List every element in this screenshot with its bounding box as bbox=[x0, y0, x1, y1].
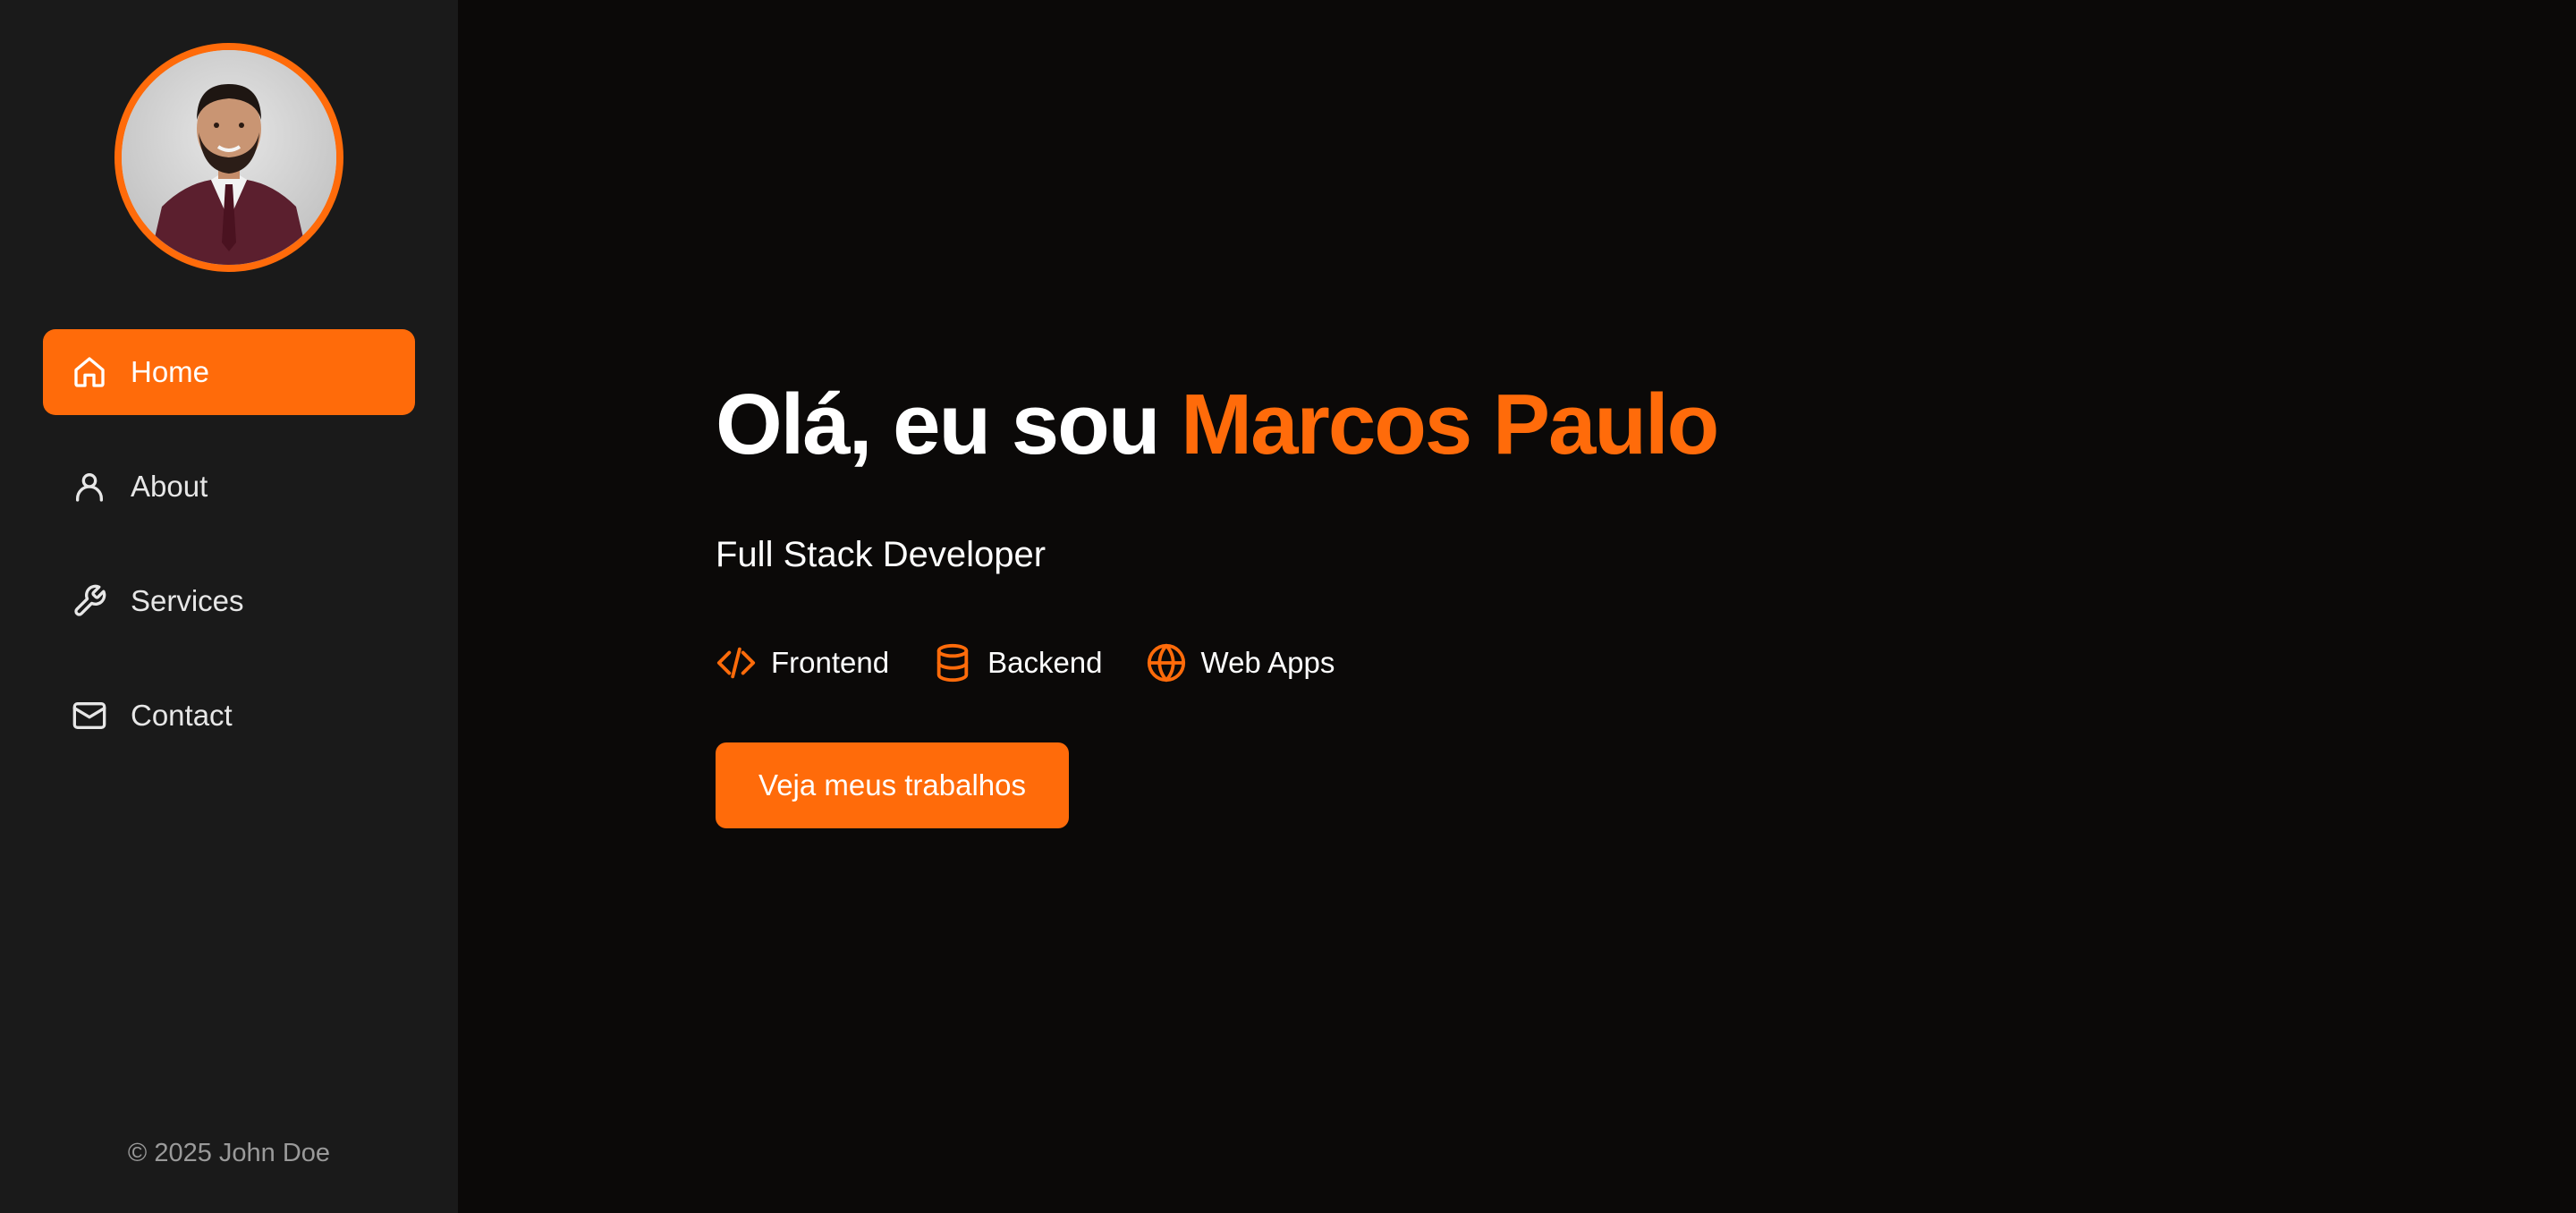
skill-label: Web Apps bbox=[1200, 646, 1335, 679]
skill-label: Backend bbox=[987, 646, 1103, 679]
globe-icon bbox=[1146, 642, 1187, 683]
skill-web-apps: Web Apps bbox=[1146, 642, 1335, 683]
sidebar-footer: © 2025 John Doe bbox=[127, 1139, 331, 1167]
sidebar-item-about[interactable]: About bbox=[43, 444, 415, 530]
view-work-button[interactable]: Veja meus trabalhos bbox=[716, 742, 1070, 828]
app: Home About Services Contact © 2025 John … bbox=[0, 0, 2576, 1213]
skill-label: Frontend bbox=[771, 646, 890, 679]
skills-list: Frontend Backend Web Apps bbox=[716, 642, 1377, 683]
sidebar: Home About Services Contact © 2025 John … bbox=[0, 0, 458, 1213]
mail-icon bbox=[72, 698, 107, 734]
skill-frontend: Frontend bbox=[716, 642, 889, 683]
avatar bbox=[114, 43, 343, 272]
sidebar-item-home[interactable]: Home bbox=[43, 329, 415, 415]
hero-subtitle: Full Stack Developer bbox=[716, 535, 1046, 574]
code-icon bbox=[716, 642, 757, 683]
avatar-photo bbox=[122, 50, 336, 265]
main-content: Olá, eu sou Marcos Paulo Full Stack Deve… bbox=[458, 0, 2576, 1213]
user-icon bbox=[72, 469, 107, 505]
sidebar-item-contact[interactable]: Contact bbox=[43, 673, 415, 759]
skill-backend: Backend bbox=[932, 642, 1103, 683]
sidebar-item-label: About bbox=[131, 470, 208, 503]
database-icon bbox=[932, 642, 973, 683]
sidebar-item-services[interactable]: Services bbox=[43, 558, 415, 644]
hero-name: Marcos Paulo bbox=[1181, 377, 1719, 472]
home-icon bbox=[72, 354, 107, 390]
sidebar-item-label: Services bbox=[131, 584, 244, 617]
wrench-icon bbox=[72, 583, 107, 619]
hero-headline: Olá, eu sou Marcos Paulo bbox=[716, 376, 1719, 474]
sidebar-nav: Home About Services Contact bbox=[43, 329, 415, 787]
sidebar-item-label: Contact bbox=[131, 699, 233, 732]
hero-greeting: Olá, eu sou bbox=[716, 377, 1182, 472]
sidebar-item-label: Home bbox=[131, 355, 210, 388]
